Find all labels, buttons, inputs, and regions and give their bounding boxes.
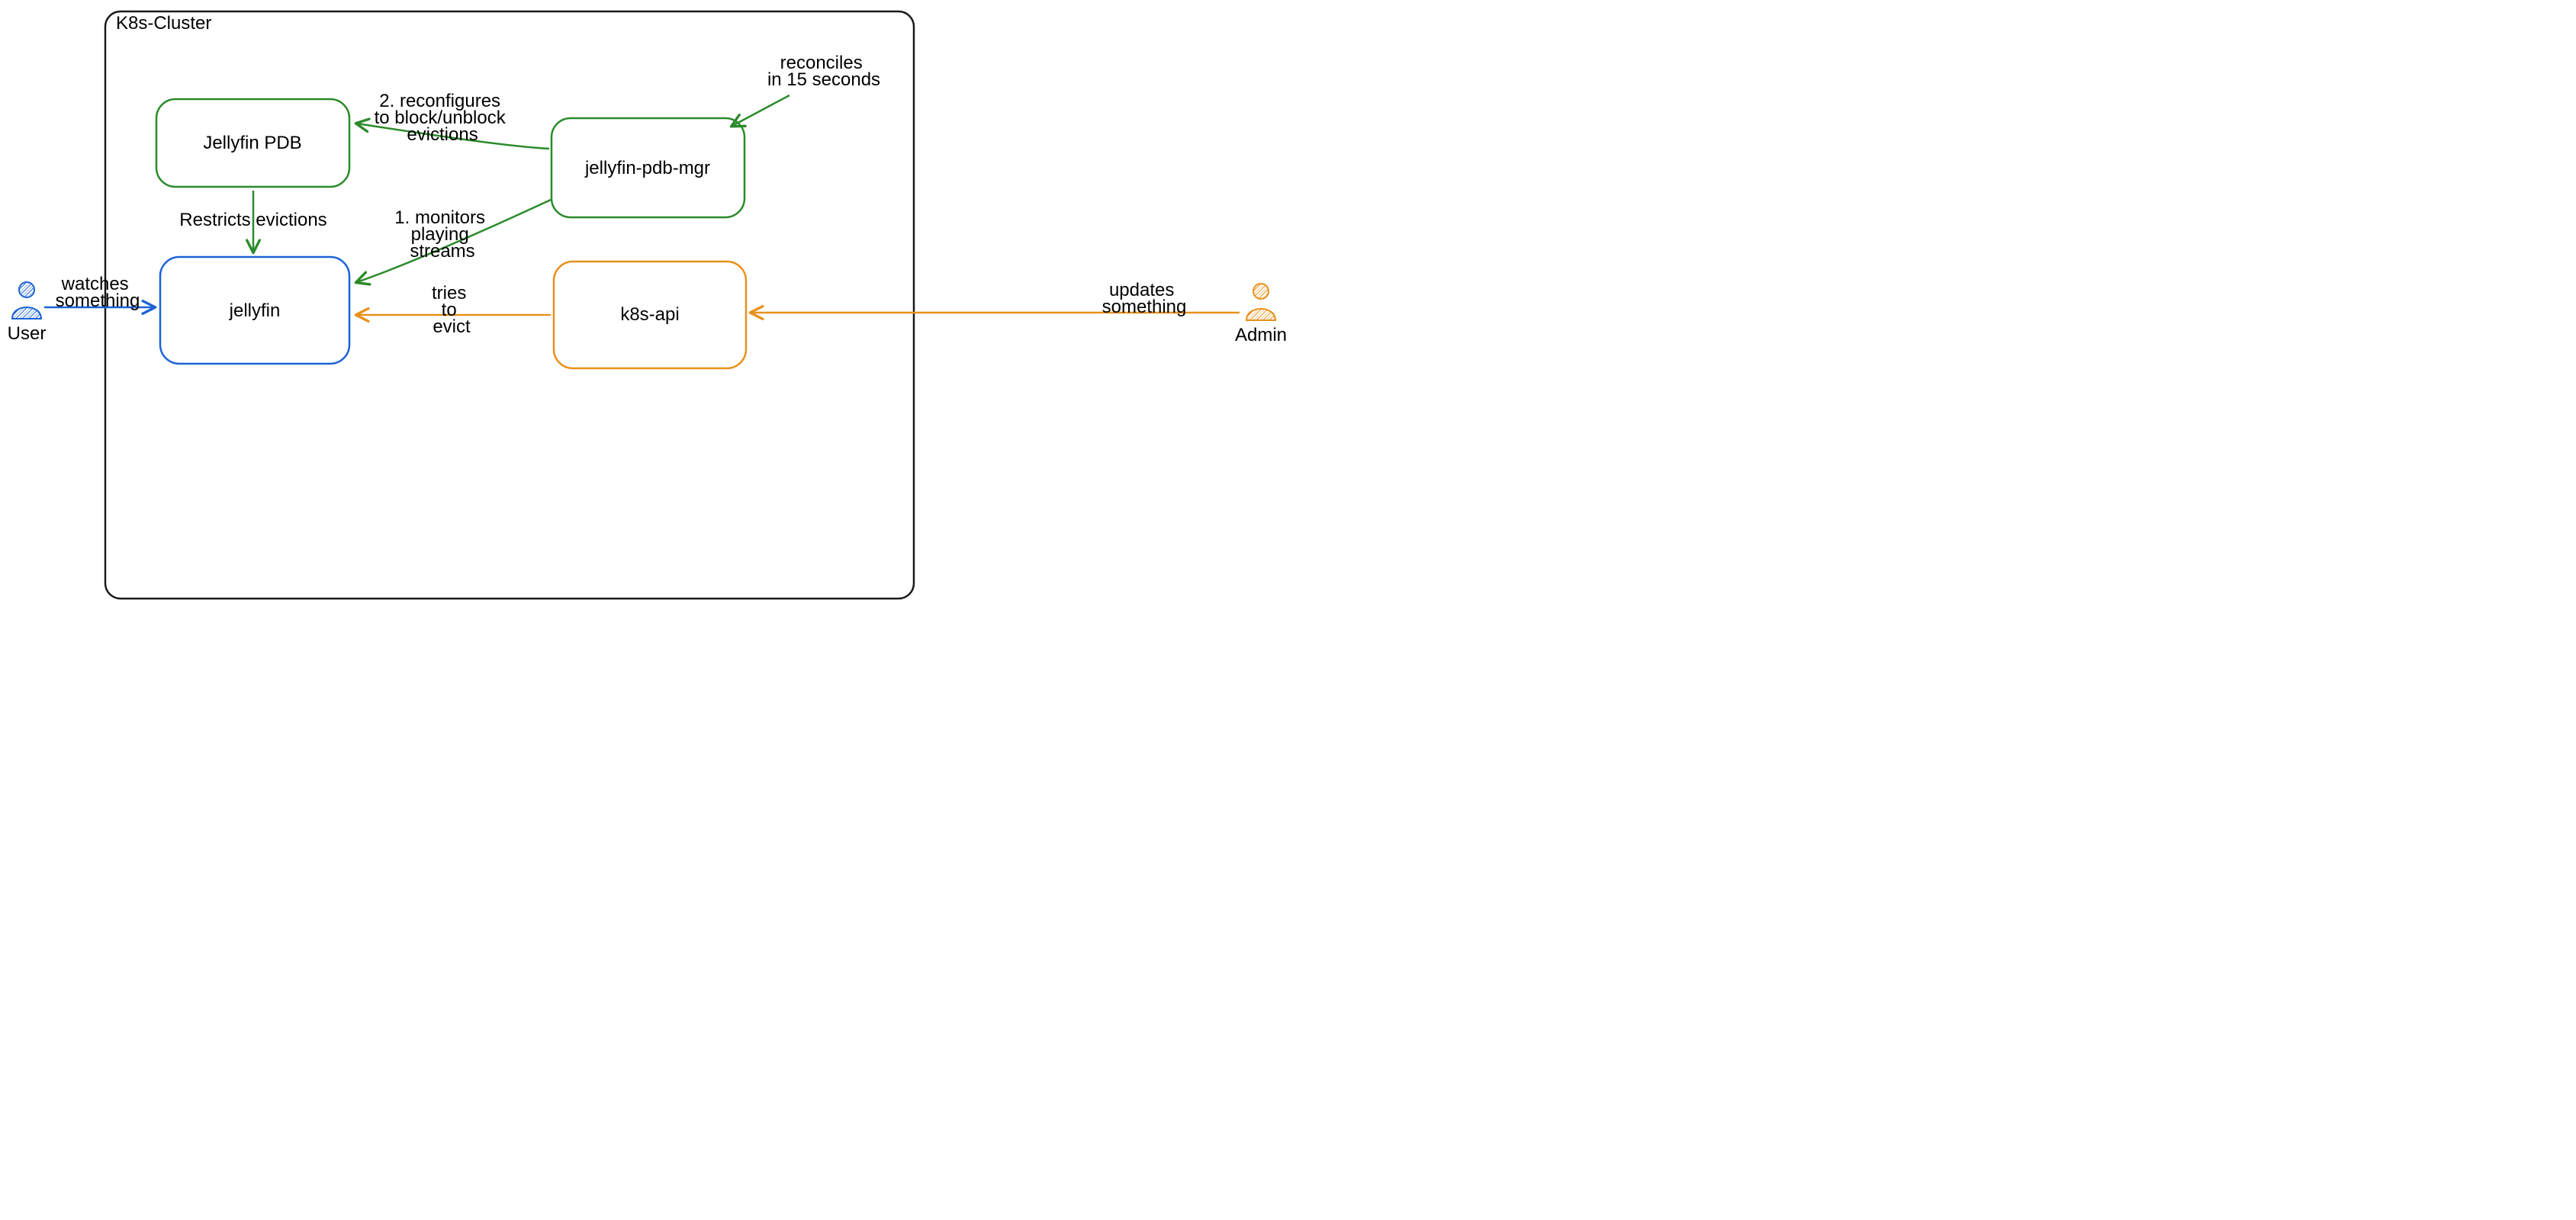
cluster-title: K8s-Cluster (116, 13, 211, 34)
edge-user-to-jellyfin-label: watches something (56, 274, 140, 311)
admin-head-icon (1253, 284, 1269, 299)
edge-mgr-self-label: reconciles in 15 seconds (767, 53, 880, 90)
edge-admin-to-k8sapi-label: updates something (1102, 280, 1187, 317)
edge-k8sapi-to-jellyfin-label: tries to evict (432, 283, 471, 337)
edge-pdb-to-jellyfin-label: Restricts evictions (179, 210, 326, 230)
edge-mgr-self (732, 95, 790, 126)
user-head-icon (19, 282, 34, 297)
node-jellyfin-pdb-label: Jellyfin PDB (203, 133, 301, 153)
actor-user: User (8, 282, 47, 344)
node-jellyfin-label: jellyfin (229, 300, 281, 321)
user-label: User (8, 323, 47, 344)
diagram-canvas: K8s-Cluster User Admin Jellyfin PDB jell… (0, 0, 1288, 610)
node-k8s-api-label: k8s-api (620, 304, 679, 325)
edge-mgr-to-pdb-label: 2. reconfigures to block/unblock evictio… (375, 91, 511, 145)
admin-label: Admin (1235, 325, 1287, 345)
actor-admin: Admin (1235, 284, 1287, 345)
admin-body-icon (1246, 309, 1275, 320)
node-jellyfin-pdb-mgr-label: jellyfin-pdb-mgr (584, 158, 710, 178)
user-body-icon (12, 307, 41, 319)
